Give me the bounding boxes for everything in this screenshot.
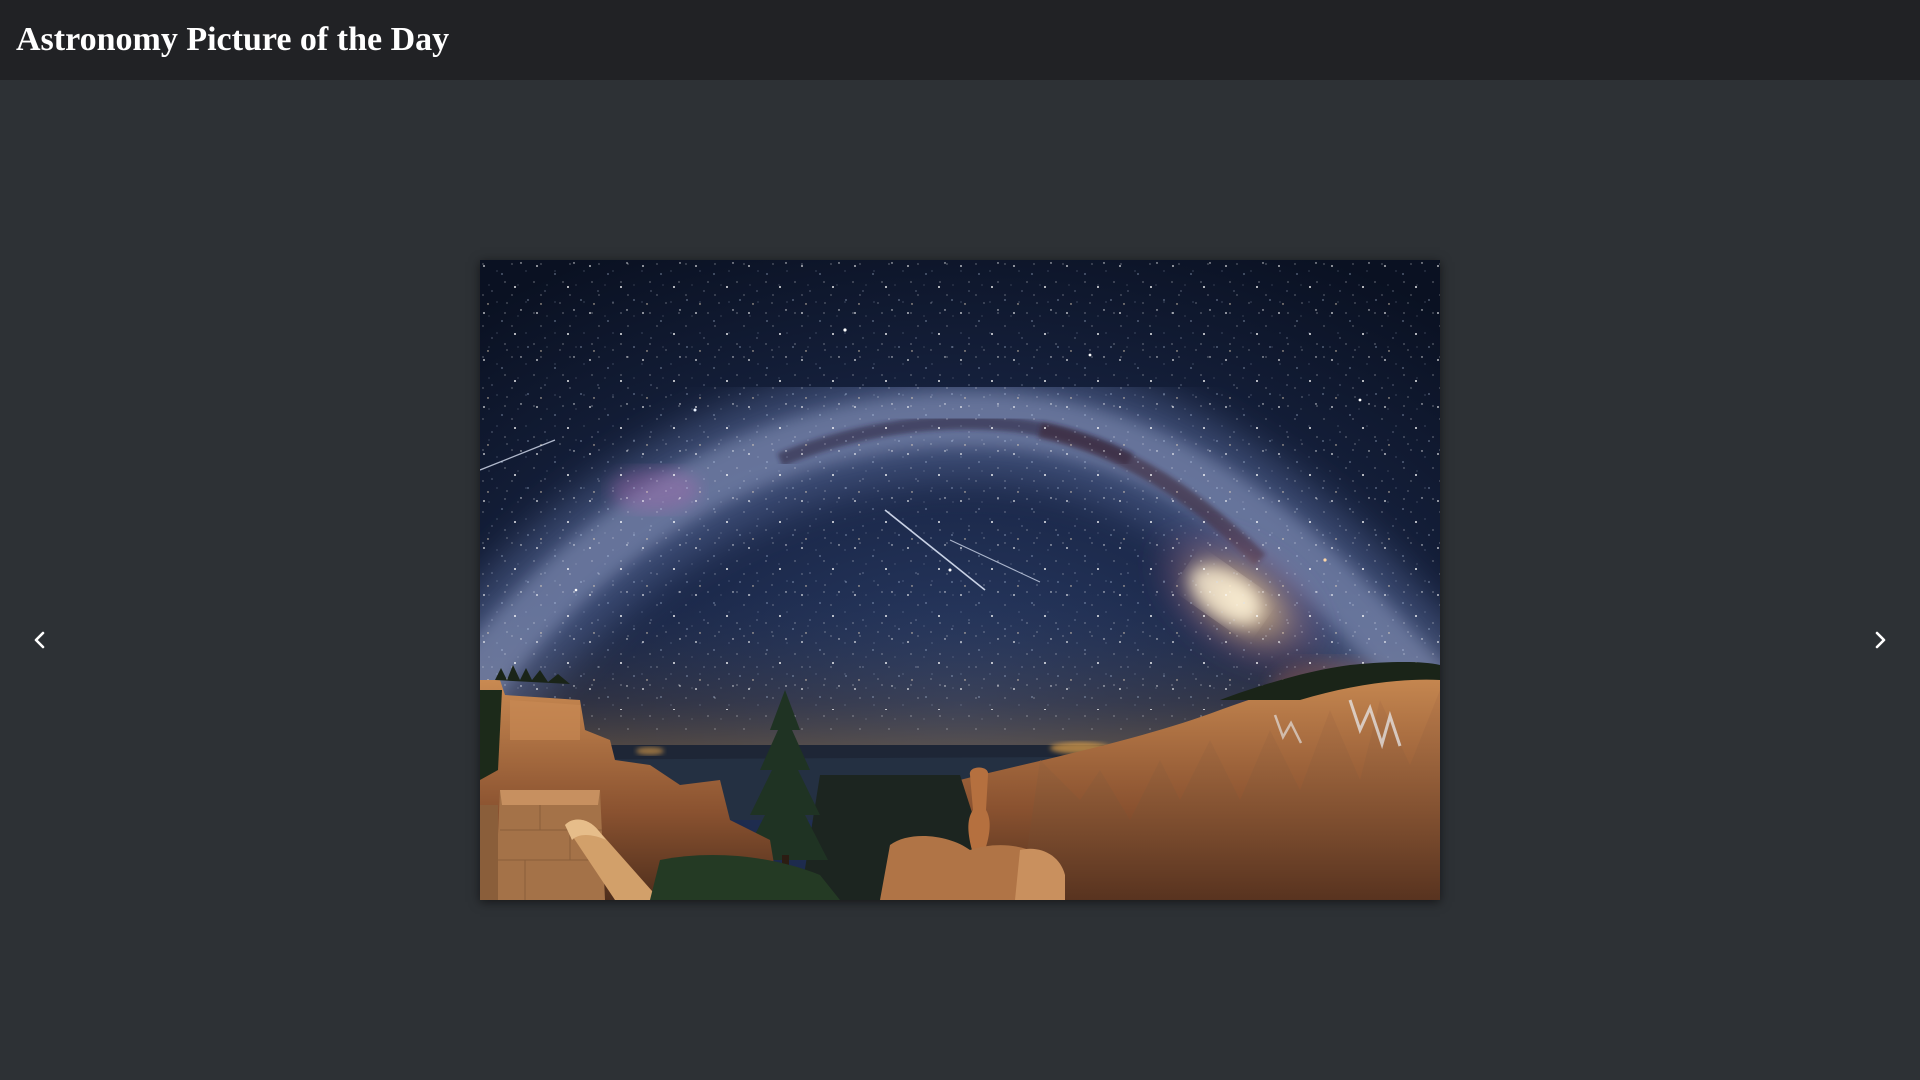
chevron-right-icon [1875,631,1886,649]
app-header: Astronomy Picture of the Day [0,0,1920,80]
next-button[interactable] [1860,620,1900,660]
app-window: Astronomy Picture of the Day [0,0,1920,1080]
apod-image [480,260,1440,900]
previous-button[interactable] [20,620,60,660]
chevron-left-icon [34,631,45,649]
milky-way-photo [480,260,1440,900]
image-carousel [0,80,1920,1080]
page-title: Astronomy Picture of the Day [16,21,450,58]
